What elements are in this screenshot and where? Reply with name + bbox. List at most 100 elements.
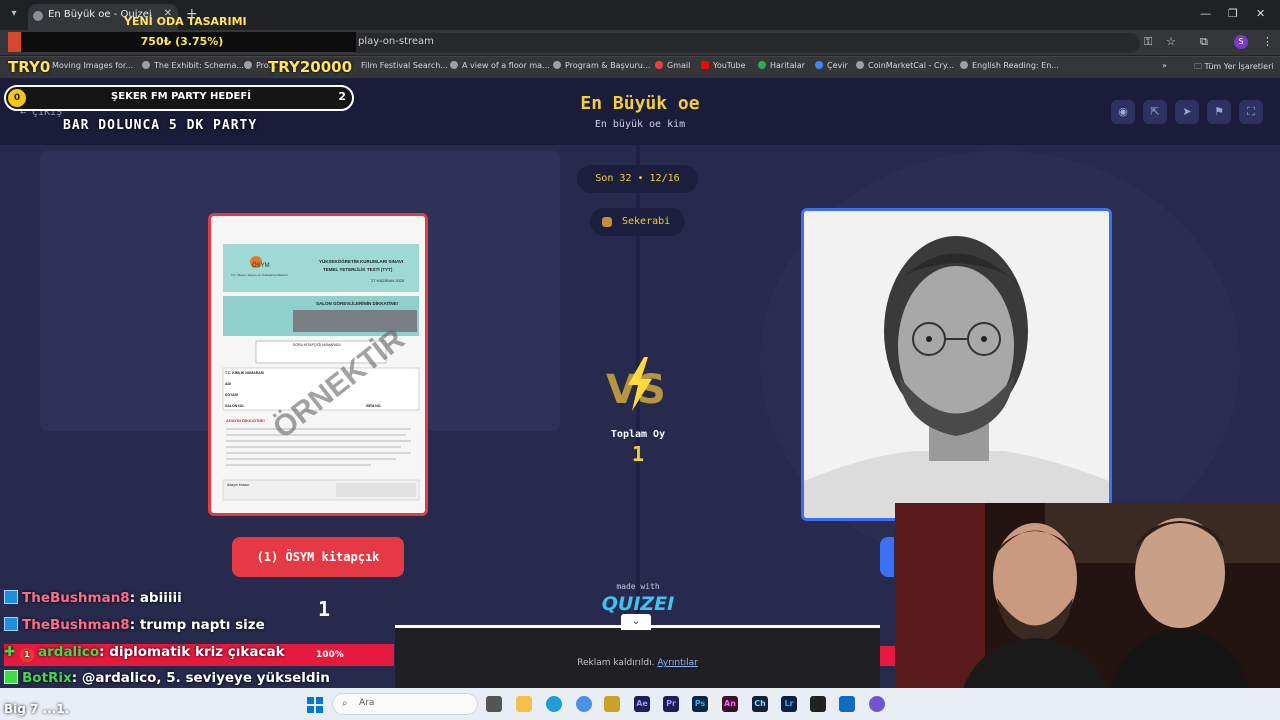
bookmark-item[interactable]: YouTube [701,61,746,70]
bookmark-favicon-icon [142,61,150,69]
animate-icon[interactable]: An [722,696,738,712]
bookmark-item[interactable]: A view of a floor ma... [450,61,550,70]
app-icon[interactable] [810,696,826,712]
url-field[interactable]: play-on-stream [350,33,1140,53]
gmail-icon [655,61,663,69]
option-card-right[interactable] [801,208,1112,521]
level-badge-icon: 1 [20,648,35,662]
ad-details-link[interactable]: Ayrıntılar [657,658,698,668]
svg-text:ADI: ADI [225,382,231,386]
flag-icon[interactable]: ⚑ [1207,100,1231,124]
all-bookmarks-folder[interactable]: 🗀 Tüm Yer İşaretleri [1194,61,1274,75]
party-goal-bar: 0 ŞEKER FM PARTY HEDEFİ 2 [4,85,354,111]
task-view-icon[interactable] [486,696,502,712]
after-effects-icon[interactable]: Ae [634,696,650,712]
total-votes-label: Toplam Oy [610,429,666,440]
vote-left-button[interactable]: (1) ÖSYM kitapçık [232,537,404,577]
user-badge: Sekerabi [590,208,685,236]
goal-progress-text: 750₺ (3.75%) [140,35,224,48]
party-goal-title: ŞEKER FM PARTY HEDEFİ [111,91,251,102]
maps-icon [758,61,766,69]
tab-search-icon[interactable]: ▾ [6,6,22,22]
chevron-down-icon[interactable]: ⌄ [621,614,651,630]
outlook-icon[interactable] [839,696,855,712]
bookmark-item[interactable]: Çevir [815,61,848,70]
bookmark-item[interactable]: CoinMarketCal - Cry... [856,61,954,70]
quizei-logo[interactable]: QUIZEI [596,593,680,615]
exam-date: 27 HAZİRAN 2020 [371,278,405,283]
option-card-left[interactable]: ÖSYM T.C. Ölçme, Seçme ve Yerleştirme Me… [208,213,428,516]
party-caption: BAR DOLUNCA 5 DK PARTY [63,118,258,133]
portrait-image [804,211,1109,518]
vote-right-button[interactable] [880,537,894,577]
osym-org-line: T.C. Ölçme, Seçme ve Yerleştirme Merkezi [231,273,288,277]
exam-title-line1: YÜKSEKÖĞRETİM KURUMLARI SINAVI [319,257,403,264]
ad-red-edge [880,646,895,666]
left-vote-count: 1 [318,597,331,621]
bookmark-favicon-icon [450,61,458,69]
extensions-icon[interactable]: ⧉ [1200,35,1208,49]
minimize-icon[interactable]: — [1200,7,1211,20]
instructions-title: ADAYIN DİKKATİNE! [226,418,265,423]
goal-progress-bar: 750₺ (3.75%) [8,32,356,52]
osym-logo-text: ÖSYM [252,262,270,269]
user-avatar-icon [602,217,612,227]
svg-text:SOYADI: SOYADI [225,393,238,397]
maximize-icon[interactable]: ❐ [1228,7,1238,20]
windows-start-icon[interactable] [307,697,323,713]
signature-label: Adayın imzası: [227,483,250,487]
goal-min: TRY0 [8,58,51,76]
bookmark-favicon-icon [856,61,864,69]
plus-badge-icon: ✚ [4,644,16,660]
svg-text:T.C. KİMLİK NUMARASI: T.C. KİMLİK NUMARASI [225,371,264,375]
exam-notice: SALON GÖREVLİLERİNİN DİKKATİNE! [316,300,399,306]
premiere-icon[interactable]: Pr [663,696,679,712]
bookmarks-overflow-icon[interactable]: » [1162,61,1167,70]
chat-message: TheBushman8: abiiiii [4,590,182,612]
bookmark-item[interactable]: Program & Başvuru... [553,61,650,70]
fullscreen-icon[interactable]: ⛶ [1239,100,1263,124]
party-goal-count: 2 [338,90,346,103]
bookmark-item[interactable]: English Reading: En... [960,61,1059,70]
kebab-menu-icon[interactable]: ⋮ [1262,35,1273,48]
exam-booklet-image: ÖSYM T.C. Ölçme, Seçme ve Yerleştirme Me… [211,216,425,513]
bookmark-item[interactable]: The Exhibit: Schema... [142,61,244,70]
password-key-icon[interactable]: ⚿ [1144,35,1152,49]
search-icon: ⌕ [342,698,348,709]
ad-removed-text: Reklam kaldırıldı. Ayrıntılar [577,658,698,668]
youtube-icon [701,61,709,69]
sub-badge-icon [4,617,18,631]
made-with-label: made with [616,582,660,591]
edge-icon[interactable] [546,696,562,712]
star-bookmark-icon[interactable]: ☆ [1166,35,1176,48]
send-icon[interactable]: ➤ [1175,100,1199,124]
bookmark-item[interactable]: Haritalar [758,61,805,70]
user-name: Sekerabi [622,216,671,227]
bookmark-item[interactable]: Gmail [655,61,690,70]
bookmark-item[interactable]: Film Festival Search... [361,61,448,70]
bookmark-favicon-icon [960,61,968,69]
bookmarks-bar: Moving Images for... The Exhibit: Schema… [0,56,1280,78]
svg-text:SIRA NO.: SIRA NO. [366,404,381,408]
file-explorer-icon[interactable] [516,696,532,712]
taskbar-search-field[interactable]: ⌕ Ara [332,693,478,715]
discord-icon[interactable] [869,696,885,712]
tab-favicon-icon [33,11,43,21]
windows-taskbar: ⌕ Ara Ae Pr Ps An Ch Lr [0,688,1280,720]
chat-percent: 100% [316,650,344,660]
character-animator-icon[interactable]: Ch [752,696,768,712]
profile-avatar[interactable]: S [1234,35,1248,49]
photoshop-icon[interactable]: Ps [692,696,708,712]
chrome-icon[interactable] [576,696,592,712]
sub-badge-icon [4,590,18,604]
booklet-number-label: SORU KİTAPÇIĞI NUMARASI [293,342,341,347]
weather-widget[interactable]: Big 7 ...1. [4,702,69,716]
bookmark-favicon-icon [244,61,252,69]
eye-icon[interactable]: ◉ [1111,100,1135,124]
bookmark-item[interactable]: Moving Images for... [52,61,133,70]
lightroom-icon[interactable]: Lr [781,696,797,712]
close-window-icon[interactable]: ✕ [1256,7,1265,20]
svg-text:SALON NO.: SALON NO. [225,404,244,408]
share-icon[interactable]: ⇱ [1143,100,1167,124]
app-icon[interactable] [604,696,620,712]
